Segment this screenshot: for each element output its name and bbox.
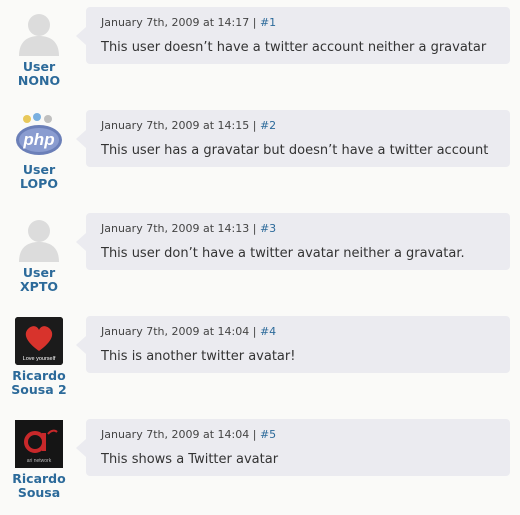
comment-author: php User LOPO <box>8 111 70 191</box>
ari-network-avatar-icon: ari network <box>15 420 63 468</box>
comment-meta: January 7th, 2009 at 14:15 | #2 <box>101 119 277 132</box>
comment-bubble: January 7th, 2009 at 14:04 | #5 This sho… <box>76 419 510 476</box>
comment-text: This user don’t have a twitter avatar ne… <box>101 246 465 261</box>
comment-item: User XPTO January 7th, 2009 at 14:13 | #… <box>0 206 520 309</box>
author-link[interactable]: Ricardo Sousa <box>8 472 70 500</box>
comment-bubble: January 7th, 2009 at 14:15 | #2 This use… <box>76 110 510 167</box>
comment-meta: January 7th, 2009 at 14:17 | #1 <box>101 16 277 29</box>
php-logo-avatar-icon: php <box>15 111 63 159</box>
author-link[interactable]: Ricardo Sousa 2 <box>8 369 70 397</box>
svg-text:php: php <box>22 130 54 149</box>
comment-meta: January 7th, 2009 at 14:04 | #4 <box>101 325 277 338</box>
comment-date: January 7th, 2009 at 14:04 <box>101 428 250 441</box>
default-avatar-icon <box>15 214 63 262</box>
author-link[interactable]: User LOPO <box>8 163 70 191</box>
comment-bubble: January 7th, 2009 at 14:04 | #4 This is … <box>76 316 510 373</box>
comment-text: This shows a Twitter avatar <box>101 452 279 467</box>
comment-permalink[interactable]: #5 <box>260 428 276 441</box>
comment-permalink[interactable]: #2 <box>260 119 276 132</box>
comment-item: ari network Ricardo Sousa January 7th, 2… <box>0 412 520 515</box>
author-link[interactable]: User XPTO <box>8 266 70 294</box>
comment-author: User NONO <box>8 8 70 88</box>
comment-permalink[interactable]: #4 <box>260 325 276 338</box>
comment-text: This user has a gravatar but doesn’t hav… <box>101 143 489 158</box>
comment-meta: January 7th, 2009 at 14:13 | #3 <box>101 222 277 235</box>
comment-date: January 7th, 2009 at 14:15 <box>101 119 250 132</box>
default-avatar-icon <box>15 8 63 56</box>
author-link[interactable]: User NONO <box>8 60 70 88</box>
comment-permalink[interactable]: #1 <box>260 16 276 29</box>
comment-bubble: January 7th, 2009 at 14:13 | #3 This use… <box>76 213 510 270</box>
comment-author: User XPTO <box>8 214 70 294</box>
comment-bubble: January 7th, 2009 at 14:17 | #1 This use… <box>76 7 510 64</box>
comment-date: January 7th, 2009 at 14:17 <box>101 16 250 29</box>
svg-text:ari network: ari network <box>27 458 52 464</box>
comment-author: ari network Ricardo Sousa <box>8 420 70 500</box>
comment-meta: January 7th, 2009 at 14:04 | #5 <box>101 428 277 441</box>
comment-item: User NONO January 7th, 2009 at 14:17 | #… <box>0 0 520 103</box>
comment-item: Love yourself Ricardo Sousa 2 January 7t… <box>0 309 520 412</box>
comment-author: Love yourself Ricardo Sousa 2 <box>8 317 70 397</box>
comment-date: January 7th, 2009 at 14:13 <box>101 222 250 235</box>
svg-text:Love yourself: Love yourself <box>23 356 56 362</box>
comment-permalink[interactable]: #3 <box>260 222 276 235</box>
heart-avatar-icon: Love yourself <box>15 317 63 365</box>
comment-text: This user doesn’t have a twitter account… <box>101 40 487 55</box>
comment-item: php User LOPO January 7th, 2009 at 14:15… <box>0 103 520 206</box>
comment-date: January 7th, 2009 at 14:04 <box>101 325 250 338</box>
comment-text: This is another twitter avatar! <box>101 349 296 364</box>
